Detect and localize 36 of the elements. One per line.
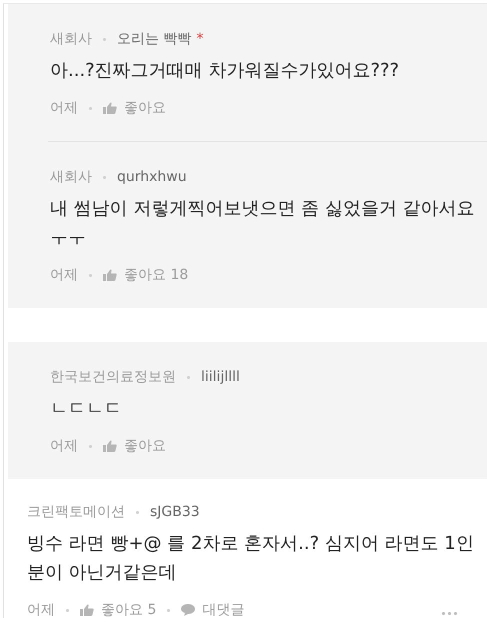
author-name: qurhxhwu — [117, 168, 187, 187]
author-mark: * — [196, 30, 204, 49]
thumbs-up-icon[interactable] — [80, 604, 94, 616]
thumbs-up-icon[interactable] — [103, 269, 117, 281]
timestamp: 어제 — [50, 437, 78, 456]
separator-dot — [103, 38, 106, 40]
comment-text: ㄴㄷㄴㄷ — [50, 397, 123, 421]
separator-dot — [89, 106, 92, 110]
like-button[interactable]: 좋아요 5 — [101, 599, 156, 618]
speech-bubble-icon[interactable] — [181, 604, 196, 616]
timestamp: 어제 — [27, 601, 55, 618]
separator-dot — [103, 176, 106, 178]
thumbs-up-icon[interactable] — [103, 440, 117, 452]
reply-button[interactable]: 대댓글 — [202, 599, 244, 618]
like-button[interactable]: 좋아요 — [124, 435, 166, 457]
timestamp: 어제 — [50, 99, 78, 118]
separator-dot — [89, 274, 92, 276]
timestamp: 어제 — [50, 266, 78, 285]
like-button[interactable]: 좋아요 — [124, 97, 166, 119]
company-name: 크린팩토메이션 — [27, 503, 125, 522]
company-name: 새회사 — [50, 168, 92, 187]
author-name: liilijllll — [201, 368, 240, 387]
separator-dot — [66, 608, 69, 612]
company-name: 한국보건의료정보원 — [50, 368, 176, 387]
comment-text: 내 썸남이 저렇게찍어보냇으면 좀 싫었을거 같아서요ㅜㅜ — [50, 197, 476, 250]
author-name: 오리는 빡빡 — [117, 30, 192, 49]
comment-text: 빙수 라면 빵+@ 를 2차로 혼자서..? 심지어 라면도 1인분이 아닌거같은데 — [27, 532, 475, 585]
thumbs-up-icon[interactable] — [103, 102, 117, 114]
author-name: sJGB33 — [150, 503, 200, 522]
separator-dot — [89, 444, 92, 448]
separator-dot — [187, 376, 190, 378]
like-button[interactable]: 좋아요 18 — [124, 264, 188, 286]
separator-dot — [136, 510, 139, 514]
company-name: 새회사 — [50, 30, 92, 49]
comment-text: 아...?진짜그거때매 차가워질수가있어요??? — [50, 59, 400, 83]
separator-dot — [167, 608, 170, 612]
